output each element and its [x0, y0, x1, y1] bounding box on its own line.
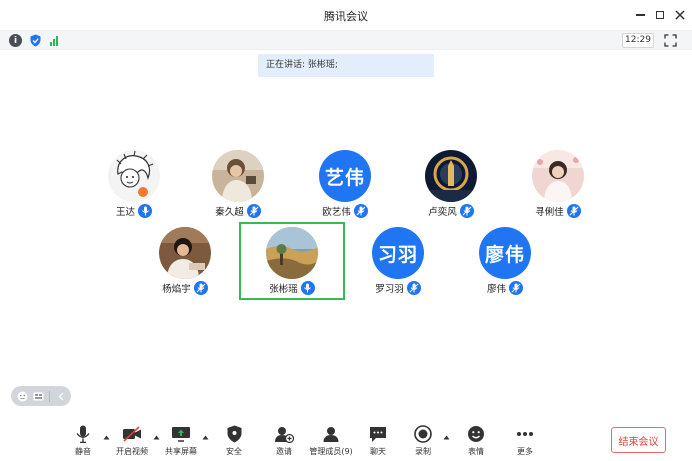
info-icon[interactable]: i [9, 34, 22, 47]
chevron-left-icon [58, 392, 63, 400]
participant-tile[interactable]: 艺伟 欧艺伟 [290, 150, 400, 224]
security-button[interactable]: 安全 [212, 425, 256, 459]
caret-up-icon [103, 435, 109, 439]
face-icon [17, 391, 28, 401]
caret-up-icon [202, 435, 208, 439]
participant-name: 卢奕风 [428, 207, 457, 218]
fullscreen-icon [664, 34, 677, 47]
share-options-button[interactable] [201, 433, 209, 441]
participant-name: 秦久超 [215, 207, 244, 218]
record-button[interactable]: 录制 [401, 425, 445, 459]
status-bar: i 12:29 [0, 30, 692, 50]
add-user-icon [273, 425, 295, 443]
members-icon [320, 425, 342, 443]
avatar [159, 227, 211, 279]
start-video-button[interactable]: 开启视频 [110, 425, 154, 459]
end-meeting-button[interactable]: 结束会议 [611, 427, 666, 453]
minimize-button[interactable] [630, 6, 650, 24]
more-button[interactable]: 更多 [503, 425, 547, 459]
chat-icon [367, 425, 389, 443]
participant-name: 王达 [115, 207, 135, 218]
participant-name: 张彬瑶 [269, 284, 298, 295]
mic-muted-icon [509, 281, 523, 295]
avatar: 廖伟 [479, 227, 531, 279]
layout-button[interactable] [33, 391, 44, 402]
mic-icon [138, 204, 152, 218]
maximize-icon [656, 11, 664, 19]
mic-icon [300, 281, 315, 295]
screen-share-icon [170, 425, 192, 443]
audio-options-button[interactable] [102, 433, 110, 441]
avatar: 习羽 [372, 227, 424, 279]
avatar [108, 150, 160, 202]
meeting-toolbar: 静音 开启视频 共享屏幕 安全 邀请 管理成员(9) 聊天 录制 表情 更多 [0, 420, 692, 461]
participant-name: 罗习羽 [375, 284, 404, 295]
microphone-icon [72, 425, 94, 443]
participant-name: 廖伟 [486, 284, 506, 295]
record-options-button[interactable] [442, 433, 450, 441]
manage-members-button[interactable]: 管理成员(9) [309, 425, 353, 459]
smiley-icon [465, 425, 487, 443]
avatar [425, 150, 477, 202]
more-dots-icon [514, 425, 536, 443]
fullscreen-button[interactable] [664, 34, 677, 47]
close-icon [675, 10, 685, 20]
participant-tile[interactable]: 寻俐佳 [503, 150, 613, 224]
avatar [532, 150, 584, 202]
mic-muted-icon [566, 204, 581, 218]
record-icon [412, 425, 434, 443]
maximize-button[interactable] [650, 6, 670, 24]
participant-tile[interactable]: 廖伟 廖伟 [450, 227, 560, 301]
participant-name: 寻俐佳 [535, 207, 564, 218]
participant-tile[interactable]: 秦久超 [183, 150, 293, 224]
mic-muted-icon [406, 281, 421, 295]
chat-button[interactable]: 聊天 [356, 425, 400, 459]
participant-tile[interactable]: 杨焰宇 [130, 227, 240, 301]
mic-muted-icon [246, 204, 261, 218]
speaking-indicator: 正在讲话: 张彬瑶; [258, 54, 434, 77]
avatar [266, 227, 318, 279]
invite-button[interactable]: 邀请 [262, 425, 306, 459]
reactions-button[interactable]: 表情 [454, 425, 498, 459]
title-bar: 腾讯会议 [0, 0, 692, 30]
close-button[interactable] [670, 6, 690, 24]
avatar [212, 150, 264, 202]
participant-tile[interactable]: 王达 [79, 150, 189, 224]
mute-button[interactable]: 静音 [61, 425, 105, 459]
collapse-button[interactable] [55, 391, 66, 402]
signal-icon[interactable] [47, 35, 60, 46]
meeting-clock: 12:29 [622, 33, 654, 48]
view-switcher [11, 386, 71, 406]
caret-up-icon [443, 435, 449, 439]
mic-muted-icon [193, 281, 208, 295]
share-screen-button[interactable]: 共享屏幕 [159, 425, 203, 459]
participant-tile-speaking[interactable]: 张彬瑶 [237, 227, 347, 301]
minimize-icon [635, 14, 645, 16]
participant-tile[interactable]: 习羽 罗习羽 [343, 227, 453, 301]
camera-off-icon [121, 425, 143, 443]
mic-muted-icon [459, 204, 474, 218]
mic-muted-icon [353, 204, 368, 218]
participant-name: 欧艺伟 [322, 207, 351, 218]
gallery-view-button[interactable] [17, 391, 28, 402]
participant-tile[interactable]: 卢奕风 [396, 150, 506, 224]
window-title: 腾讯会议 [324, 10, 368, 23]
shield-icon [223, 425, 245, 443]
layout-icon [33, 392, 44, 400]
shield-icon[interactable] [29, 34, 42, 47]
avatar: 艺伟 [319, 150, 371, 202]
participant-name: 杨焰宇 [162, 284, 191, 295]
